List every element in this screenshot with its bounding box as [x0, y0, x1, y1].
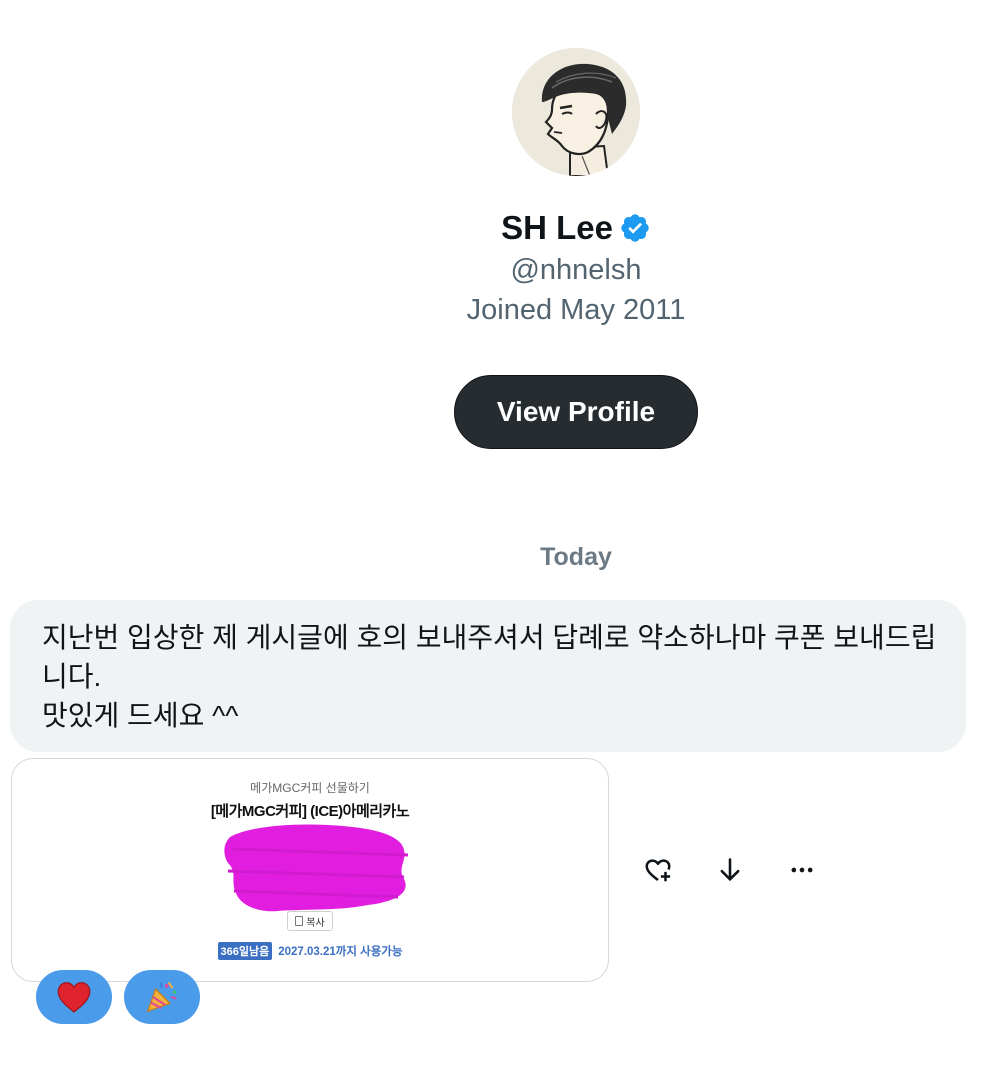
copy-label: 복사 [306, 917, 325, 929]
more-icon[interactable] [780, 848, 824, 892]
valid-until-text: 2027.03.21까지 사용가능 [278, 946, 403, 958]
heart-plus-icon[interactable] [636, 848, 680, 892]
profile-name-row: SH Lee [0, 206, 996, 250]
message-bubble[interactable]: 지난번 입상한 제 게시글에 호의 보내주셔서 답례로 약소하나마 쿠폰 보내드… [10, 600, 966, 752]
download-arrow-icon[interactable] [708, 848, 752, 892]
verified-badge-icon [619, 211, 651, 243]
coupon-title: [메가MGC커피] (ICE)아메리카노 [210, 803, 410, 820]
redacted-barcode-scribble [224, 824, 409, 912]
coupon-image-card[interactable]: 메가MGC커피 선물하기 [메가MGC커피] (ICE)아메리카노 복사 366… [11, 758, 609, 982]
coupon-validity: 366일남음 2027.03.21까지 사용가능 [12, 942, 608, 960]
avatar-illustration [512, 48, 640, 176]
coupon-subtitle: 메가MGC커피 선물하기 [250, 781, 370, 795]
profile-name: SH Lee [501, 209, 613, 246]
date-separator: Today [540, 543, 612, 571]
reaction-party-popper[interactable] [124, 970, 200, 1024]
view-profile-button[interactable]: View Profile [454, 375, 698, 449]
coupon-copy-button[interactable]: 복사 [287, 911, 333, 931]
days-left-badge: 366일남음 [217, 942, 273, 960]
profile-joined-date: Joined May 2011 [466, 294, 686, 326]
reaction-heart[interactable] [36, 970, 112, 1024]
profile-handle: @nhnelsh [510, 254, 642, 286]
red-heart-icon [57, 982, 91, 1013]
message-actions [636, 848, 836, 892]
profile-avatar[interactable] [512, 48, 640, 176]
copy-icon [295, 916, 304, 926]
party-popper-icon [146, 981, 177, 1013]
